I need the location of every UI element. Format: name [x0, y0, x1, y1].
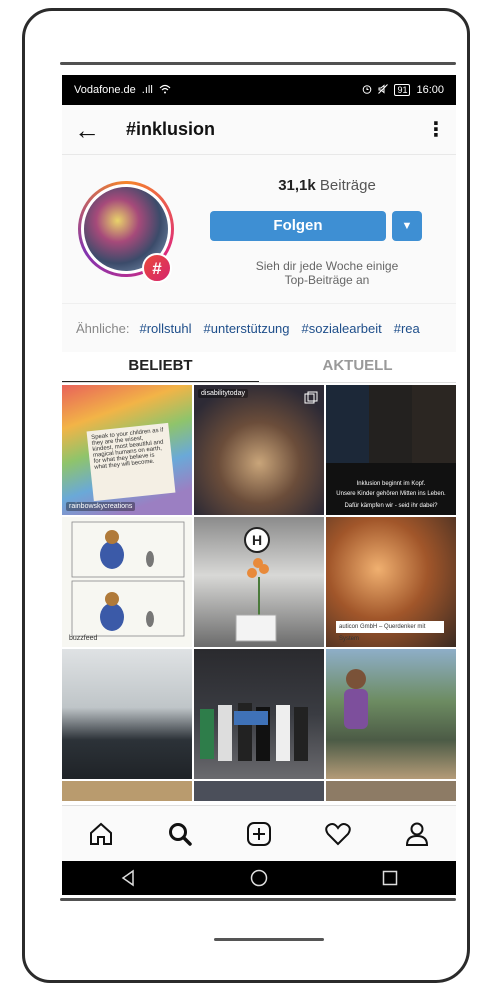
heart-icon[interactable] [318, 814, 358, 854]
mute-icon [378, 83, 389, 97]
status-bar: Vodafone.de .ıll 91 16:00 [62, 75, 456, 105]
post-thumbnail[interactable]: auticon GmbH – Querdenker mit System [326, 517, 456, 647]
post-text-line: Unsere Kinder gehören Mitten ins Leben. [336, 491, 446, 497]
tab-beliebt[interactable]: BELIEBT [62, 352, 259, 382]
dropdown-button[interactable]: ▼ [392, 211, 422, 241]
home-circle-icon[interactable] [239, 861, 279, 895]
post-thumbnail[interactable]: buzzfeed [62, 517, 192, 647]
post-caption: disabilitytoday [198, 389, 248, 398]
post-thumbnail[interactable]: disabilitytoday [194, 385, 324, 515]
partial-post-row [62, 781, 456, 801]
related-tag[interactable]: #unterstützung [204, 321, 290, 336]
page-title: #inklusion [126, 119, 216, 139]
more-options-icon[interactable]: ⋮ [426, 117, 446, 142]
comic-illustration [71, 521, 185, 637]
signal-icon: .ıll [141, 84, 153, 96]
post-thumbnail[interactable]: Inklusion beginnt im Kopf. Unsere Kinder… [326, 385, 456, 515]
profile-icon[interactable] [397, 814, 437, 854]
related-tag[interactable]: #rollstuhl [139, 321, 191, 336]
post-caption: buzzfeed [69, 635, 98, 642]
home-slot [214, 938, 324, 941]
alarm-icon [362, 84, 372, 97]
person-photo [344, 669, 368, 729]
follow-hint: Sieh dir jede Woche einige Top-Beiträge … [212, 259, 442, 287]
hashtag-badge-icon: # [142, 253, 172, 283]
hint-line-1: Sieh dir jede Woche einige [255, 259, 399, 273]
bottom-navigation [62, 805, 456, 862]
flower-vase [235, 558, 277, 642]
post-thumbnail[interactable] [62, 649, 192, 779]
top-divider [60, 62, 456, 65]
related-tag[interactable]: #rea [394, 321, 420, 336]
related-tag[interactable]: #sozialearbeit [302, 321, 382, 336]
home-icon[interactable] [81, 814, 121, 854]
post-thumbnail[interactable] [194, 781, 324, 801]
top-bar: ← #inklusion ⋮ [62, 105, 456, 155]
quote-card: Speak to your children as if they are th… [86, 422, 176, 502]
wifi-icon [159, 84, 171, 97]
post-tabs: BELIEBT AKTUELL [62, 352, 456, 383]
related-hashtags: Ähnliche: #rollstuhl #unterstützung #soz… [62, 304, 456, 352]
related-label: Ähnliche: [76, 320, 130, 336]
add-post-icon[interactable] [239, 814, 279, 854]
multi-image-icon [304, 391, 318, 410]
bottom-divider [60, 898, 456, 901]
post-text: auticon GmbH – Querdenker mit System [336, 621, 444, 642]
phone-screen: Vodafone.de .ıll 91 16:00 ← #inklusion ⋮… [62, 75, 456, 895]
back-arrow-icon[interactable]: ← [74, 117, 114, 143]
post-caption: rainbowskycreations [66, 502, 136, 511]
clock: 16:00 [416, 84, 444, 96]
post-thumbnail[interactable] [326, 781, 456, 801]
back-triangle-icon[interactable] [108, 861, 148, 895]
follow-button[interactable]: Folgen [210, 211, 386, 241]
recents-square-icon[interactable] [370, 861, 410, 895]
posts-count: 31,1k [278, 177, 316, 194]
post-text-line: Inklusion beginnt im Kopf. [356, 481, 426, 487]
post-thumbnail[interactable]: H [194, 517, 324, 647]
group-photo [200, 703, 308, 761]
android-nav-bar [62, 861, 456, 895]
posts-count-label: 31,1k Beiträge [212, 177, 442, 194]
post-thumbnail[interactable] [326, 649, 456, 779]
hint-line-2: Top-Beiträge an [284, 273, 370, 287]
post-grid: Speak to your children as if they are th… [62, 383, 456, 781]
hashtag-header: # 31,1k Beiträge Folgen ▼ Sieh dir jede … [62, 155, 456, 304]
post-text-line: Dafür kämpfen wir - seid ihr dabei? [344, 503, 438, 509]
post-thumbnail[interactable] [194, 649, 324, 779]
search-icon[interactable] [160, 814, 200, 854]
battery-icon: 91 [394, 84, 411, 96]
posts-label: Beiträge [319, 177, 376, 194]
carrier-name: Vodafone.de [74, 84, 136, 96]
tab-aktuell[interactable]: AKTUELL [259, 352, 456, 382]
post-thumbnail[interactable] [62, 781, 192, 801]
post-thumbnail[interactable]: Speak to your children as if they are th… [62, 385, 192, 515]
